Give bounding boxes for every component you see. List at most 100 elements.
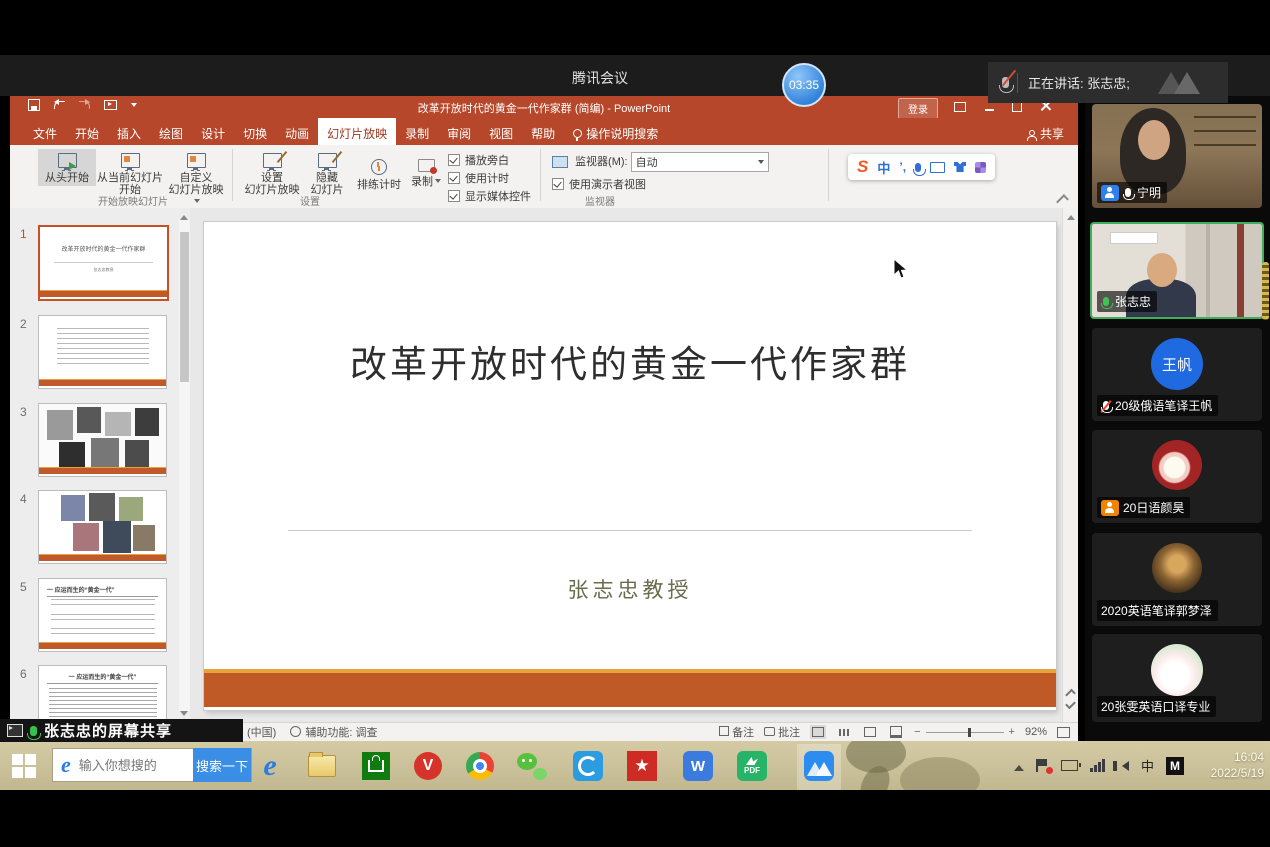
ribbon-options-icon[interactable] [954,102,966,112]
volume-icon[interactable] [1117,761,1129,771]
participant-tile[interactable]: 宁明 [1092,104,1262,208]
participant-tile-speaking[interactable]: 张志忠 [1090,222,1264,319]
previous-slide-icon[interactable] [1065,689,1076,700]
sogou-logo[interactable]: S [857,157,868,177]
tab-help[interactable]: 帮助 [522,118,564,145]
slideshow-view-button[interactable] [888,725,904,739]
accessibility-status[interactable]: 辅助功能: 调查 [290,724,377,740]
monitor-select[interactable]: 自动 [631,152,769,172]
taskbar-clock[interactable]: 16:04 2022/5/19 [1211,749,1264,781]
participant-tile[interactable]: 20日语颜昊 [1092,430,1262,523]
file-explorer-icon[interactable] [306,750,338,782]
mic-on-icon [30,726,37,736]
slide-thumbnail-4[interactable] [38,490,167,564]
from-current-button[interactable]: 从当前幻灯片开始 [94,149,166,198]
internet-explorer-icon[interactable]: e [254,750,286,782]
share-button[interactable]: 共享 [1027,125,1064,142]
slide-nav-buttons[interactable] [1066,687,1075,711]
tencent-meeting-icon[interactable] [803,750,835,782]
zoom-slider[interactable]: −+ [914,726,1015,738]
setup-slideshow-button[interactable]: 设置幻灯片放映 [240,149,304,198]
ime-mic-icon[interactable] [915,163,921,172]
reading-view-button[interactable] [862,725,878,739]
scroll-up-icon[interactable] [180,211,188,220]
use-timings-checkbox[interactable]: 使用计时 [448,170,509,186]
next-slide-icon[interactable] [1065,699,1076,710]
rehearse-timings-button[interactable]: 排练计时 [350,155,408,193]
login-button[interactable]: 登录 [898,98,938,119]
slide-thumbnail-5[interactable]: 一 应运而生的“黄金一代” [38,578,167,652]
sidebar-scrollbar-thumb[interactable] [1262,262,1269,320]
notes-button[interactable]: 备注 [719,724,754,740]
slide-title: 改革开放时代的黄金一代作家群 [204,334,1056,388]
ime-keyboard-icon[interactable] [930,162,945,173]
foxit-pdf-icon[interactable]: PDF [736,750,768,782]
accessibility-icon [290,726,301,737]
battery-icon[interactable] [1061,760,1078,771]
tab-tellme[interactable]: 操作说明搜索 [564,118,667,145]
thumbnail-scrollbar-thumb[interactable] [180,232,189,382]
play-narrations-checkbox[interactable]: 播放旁白 [448,152,509,168]
zoom-percentage[interactable]: 92% [1025,726,1047,738]
tab-slideshow[interactable]: 幻灯片放映 [318,118,396,145]
participant-tile[interactable]: 王帆 20级俄语笔译王帆 [1092,328,1262,421]
comments-button[interactable]: 批注 [764,724,800,740]
scroll-up-icon[interactable] [1067,211,1075,220]
tab-insert[interactable]: 插入 [108,118,150,145]
tab-record[interactable]: 录制 [396,118,438,145]
start-button[interactable] [12,754,36,778]
tab-view[interactable]: 视图 [480,118,522,145]
search-go-button[interactable]: 搜索一下 [193,748,251,782]
wps-icon[interactable]: W [682,750,714,782]
collapse-ribbon-icon[interactable] [1056,194,1069,207]
wechat-icon[interactable] [516,750,548,782]
network-signal-icon[interactable] [1090,759,1105,772]
canvas-scrollbar[interactable] [1062,208,1078,723]
ime-toolbox-icon[interactable] [975,162,986,173]
action-center-flag-icon[interactable] [1036,759,1049,772]
chevron-down-icon [758,160,764,167]
ime-skin-icon[interactable] [954,162,966,172]
tab-design[interactable]: 设计 [192,118,234,145]
chaoxing-app-icon[interactable] [572,750,604,782]
tab-review[interactable]: 审阅 [438,118,480,145]
meeting-timer-badge[interactable]: 03:35 [782,63,826,107]
slide-thumbnail-6[interactable]: 一 应运而生的“黄金一代” [38,665,167,723]
tab-animations[interactable]: 动画 [276,118,318,145]
slide-thumbnail-1[interactable]: 改革开放时代的黄金一代作家群 张志忠教授 [38,225,169,301]
slide-canvas[interactable]: 改革开放时代的黄金一代作家群 张志忠教授 [204,222,1056,710]
sogou-ime-toolbar[interactable]: S 中 ’, [848,154,995,180]
record-button[interactable]: 录制 [406,155,446,190]
tab-transitions[interactable]: 切换 [234,118,276,145]
slide-thumbnail-3[interactable] [38,403,167,477]
taskbar-search[interactable]: e 搜索一下 [52,748,252,782]
microsoft-store-icon[interactable] [360,750,392,782]
tab-home[interactable]: 开始 [66,118,108,145]
fit-to-window-icon[interactable] [1057,727,1070,738]
ime-mode-zh[interactable]: 中 [877,158,890,177]
slide-sorter-view-button[interactable] [836,725,852,739]
ime-indicator[interactable]: 中 [1141,756,1154,775]
tab-file[interactable]: 文件 [24,118,66,145]
tab-draw[interactable]: 绘图 [150,118,192,145]
participant-tile[interactable]: 20张雯英语口译专业 [1092,634,1262,722]
chrome-icon[interactable] [464,750,496,782]
hide-slide-button[interactable]: 隐藏幻灯片 [302,149,352,198]
use-presenter-view-checkbox[interactable]: 使用演示者视图 [552,176,646,192]
v-app-icon[interactable]: V [412,750,444,782]
participant-name: 张志忠 [1115,293,1151,310]
participant-name: 2020英语笔译郭梦泽 [1101,602,1212,619]
record-icon [418,159,435,172]
sogou-tray-icon[interactable]: M [1166,757,1184,775]
restore-icon[interactable] [1012,102,1022,112]
xuexitong-icon[interactable]: ★ [626,750,658,782]
normal-view-button[interactable] [810,725,826,739]
participant-tile[interactable]: 2020英语笔译郭梦泽 [1092,533,1262,626]
ime-punct-icon[interactable]: ’, [899,160,906,174]
minimize-icon[interactable] [985,109,994,111]
search-input[interactable] [77,757,193,774]
slide-thumbnail-2[interactable] [38,315,167,389]
hidden-icons-chevron[interactable] [1014,760,1024,771]
zoom-slider-thumb[interactable] [968,728,971,737]
from-beginning-button[interactable]: 从头开始 [38,149,96,186]
